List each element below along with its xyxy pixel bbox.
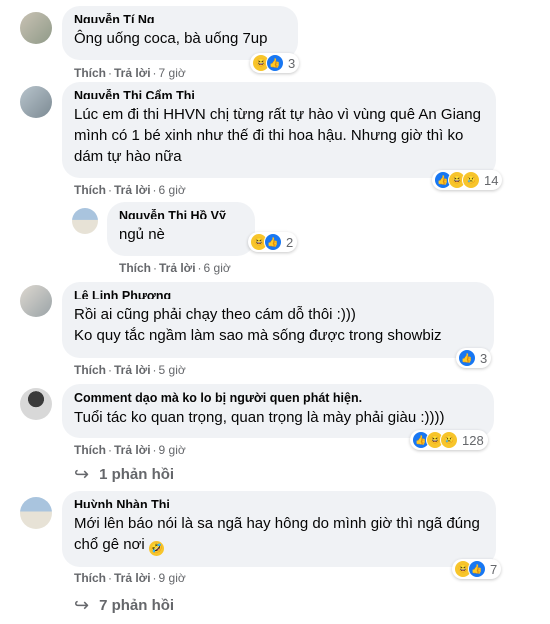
comment-author[interactable]: Lê Linh Phương	[74, 289, 482, 299]
thumbs-up-icon: 👍	[458, 349, 476, 367]
comment-text: Mới lên báo nói là sa ngã hay hông do mì…	[74, 513, 484, 556]
comment-bubble: Nguyễn Thị Cẩm Thi Lúc em đi thi HHVN ch…	[62, 82, 496, 178]
replies-count: 7 phản hồi	[99, 597, 175, 614]
commenter-avatar[interactable]	[20, 285, 52, 317]
reply-time[interactable]: 6 giờ	[204, 261, 231, 275]
comment-author[interactable]: Nguyễn Thị Cẩm Thi	[74, 89, 484, 99]
like-link[interactable]: Thích	[119, 261, 151, 275]
replier-avatar[interactable]	[72, 208, 98, 234]
reply-text: ngủ nè	[119, 226, 165, 243]
reaction-summary[interactable]: 👍 3	[456, 348, 492, 368]
reaction-summary[interactable]: 😆 👍 3	[250, 53, 300, 73]
like-link[interactable]: Thích	[74, 571, 106, 585]
rofl-emoji-icon: 🤣	[148, 541, 164, 556]
reply-link[interactable]: Trả lời	[114, 363, 151, 377]
comment-bubble: Nguyễn Tí Ng Ông uống coca, bà uống 7up	[62, 6, 298, 60]
reply-actions: Thích · Trả lời · 6 giờ	[119, 261, 231, 275]
reply-link[interactable]: Trả lời	[114, 66, 151, 80]
thumbs-up-icon: 👍	[264, 233, 282, 251]
comment-bubble: Huỳnh Nhàn Thị Mới lên báo nói là sa ngã…	[62, 491, 496, 567]
like-link[interactable]: Thích	[74, 363, 106, 377]
comment-actions: Thích · Trả lời · 7 giờ	[74, 66, 186, 80]
sad-face-icon: 😢	[440, 431, 458, 449]
reaction-count: 2	[286, 234, 294, 250]
comment-text: Ông uống coca, bà uống 7up	[74, 30, 268, 47]
thumbs-up-icon: 👍	[468, 560, 486, 578]
comment-author[interactable]: Comment dạo mà ko lo bị người quen phát …	[74, 391, 482, 406]
comment-text: Rồi ai cũng phải chạy theo cám dỗ thôi :…	[74, 306, 442, 344]
comment-actions: Thích · Trả lời · 9 giờ	[74, 443, 186, 457]
view-replies-link[interactable]: ↪ 1 phản hồi	[74, 464, 174, 485]
comment-text-body: Mới lên báo nói là sa ngã hay hông do mì…	[74, 515, 480, 553]
comment-time[interactable]: 5 giờ	[159, 363, 186, 377]
comment-time[interactable]: 6 giờ	[159, 183, 186, 197]
reply-arrow-icon: ↪	[74, 595, 90, 615]
reaction-summary[interactable]: 👍 😆 😢 128	[410, 430, 488, 450]
replies-count: 1 phản hồi	[99, 466, 175, 483]
comment-time[interactable]: 7 giờ	[159, 66, 186, 80]
reaction-count: 7	[490, 561, 498, 577]
reaction-summary[interactable]: 👍 😆 😢 14	[432, 170, 503, 190]
reply-link[interactable]: Trả lời	[114, 571, 151, 585]
comment-author[interactable]: Huỳnh Nhàn Thị	[74, 498, 484, 508]
commenter-avatar[interactable]	[20, 497, 52, 529]
commenter-avatar[interactable]	[20, 388, 52, 420]
reaction-count: 128	[462, 432, 484, 448]
reply-link[interactable]: Trả lời	[114, 443, 151, 457]
comment-time[interactable]: 9 giờ	[159, 571, 186, 585]
commenter-avatar[interactable]	[20, 86, 52, 118]
reply-link[interactable]: Trả lời	[114, 183, 151, 197]
thumbs-up-icon: 👍	[266, 54, 284, 72]
comment-actions: Thích · Trả lời · 5 giờ	[74, 363, 186, 377]
reply-bubble: Nguyễn Thị Hồ Vỹ ngủ nè	[107, 202, 255, 256]
comment-actions: Thích · Trả lời · 6 giờ	[74, 183, 186, 197]
reaction-count: 3	[480, 350, 488, 366]
commenter-avatar[interactable]	[20, 12, 52, 44]
reply-author[interactable]: Nguyễn Thị Hồ Vỹ	[119, 209, 243, 219]
reply-arrow-icon: ↪	[74, 464, 90, 484]
reply-link[interactable]: Trả lời	[159, 261, 196, 275]
comment-actions: Thích · Trả lời · 9 giờ	[74, 571, 186, 585]
sad-face-icon: 😢	[462, 171, 480, 189]
view-replies-link[interactable]: ↪ 7 phản hồi	[74, 595, 174, 616]
comment-text: Lúc em đi thi HHVN chị từng rất tự hào v…	[74, 106, 481, 165]
like-link[interactable]: Thích	[74, 66, 106, 80]
like-link[interactable]: Thích	[74, 183, 106, 197]
comment-author[interactable]: Nguyễn Tí Ng	[74, 13, 286, 23]
reaction-summary[interactable]: 😆 👍 7	[452, 559, 502, 579]
like-link[interactable]: Thích	[74, 443, 106, 457]
comment-bubble: Lê Linh Phương Rồi ai cũng phải chạy the…	[62, 282, 494, 358]
comment-time[interactable]: 9 giờ	[159, 443, 186, 457]
reaction-summary[interactable]: 😆 👍 2	[248, 232, 298, 252]
reaction-count: 14	[484, 172, 499, 188]
comment-text: Tuổi tác ko quan trọng, quan trọng là mà…	[74, 409, 445, 426]
reaction-count: 3	[288, 55, 296, 71]
